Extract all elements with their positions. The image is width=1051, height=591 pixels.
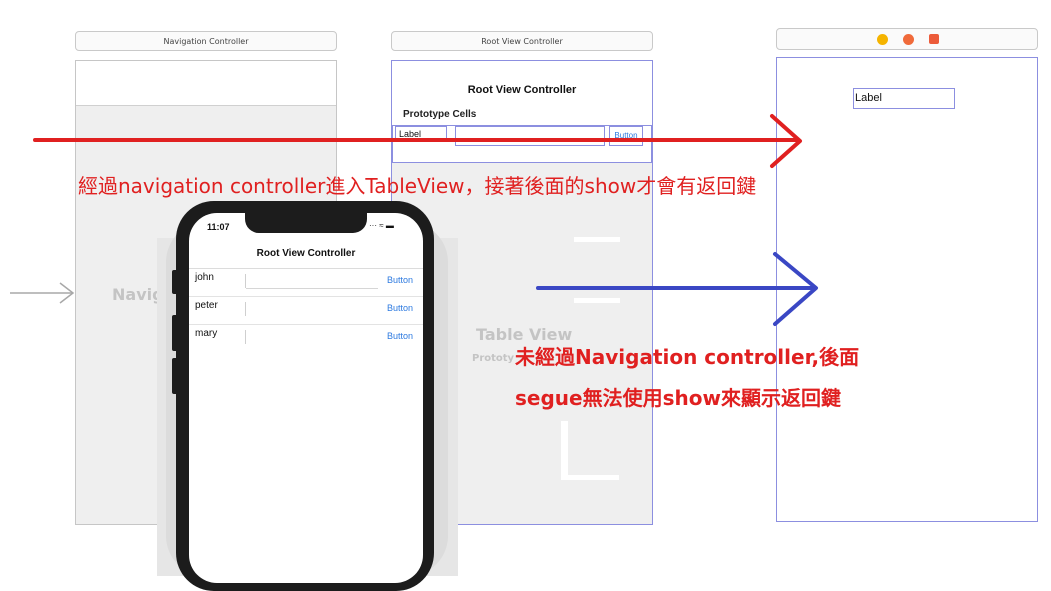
blue-annotation-text-line2: segue無法使用show來顯示返回鍵 (515, 386, 841, 410)
blue-annotation-text-line1: 未經過Navigation controller,後面 (515, 345, 860, 369)
blue-arrow (536, 252, 818, 326)
red-annotation-text: 經過navigation controller進入TableView，接著後面的… (78, 174, 757, 198)
